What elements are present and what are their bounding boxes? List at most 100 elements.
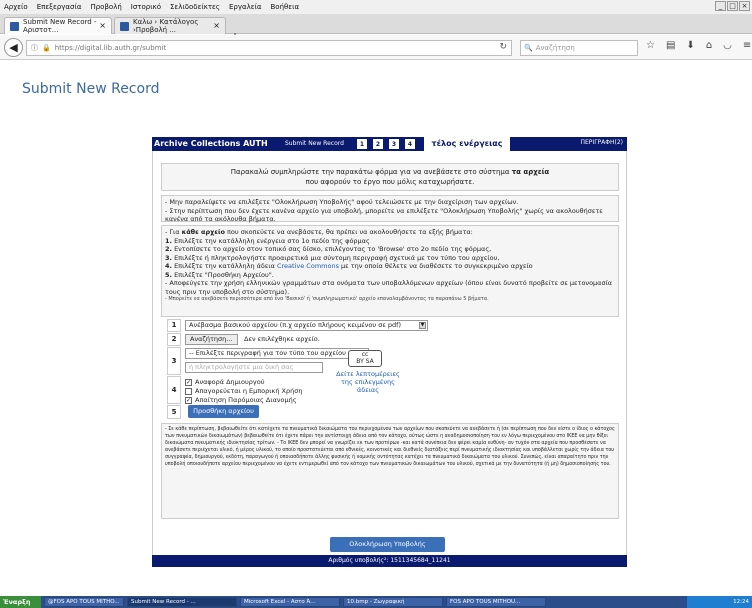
system-tray: 12:24 [687,596,752,608]
intro-line-2: που αφορούν το έργο που μόλις καταχωρήσα… [305,178,475,186]
creative-commons-logo: cc BY SA [348,350,382,367]
menu-bar: Αρχείο Επεξεργασία Προβολή Ιστορικό Σελι… [0,0,752,14]
tab-catalog[interactable]: Καλω › Κατάλογος ›Προβολή ... × [114,17,226,34]
toolbar-icons: ☆ ▤ ⬇ ⌂ ◡ ≡ [646,40,751,51]
menu-tools[interactable]: Εργαλεία [229,3,262,11]
page-title: Submit New Record [22,81,160,97]
chevron-down-icon: ▼ [419,322,426,329]
window-controls: _ □ × [715,1,750,11]
taskbar-item[interactable]: Submit New Record - ... [127,597,237,607]
search-placeholder: Αναζήτηση [535,44,575,52]
start-button[interactable]: Έναρξη [0,596,41,608]
close-icon[interactable]: × [739,1,750,11]
page-content: Submit New Record Archive Collections AU… [0,60,752,580]
intro-line-1: Παρακαλώ συμπληρώστε την παρακάτω φόρμα … [230,168,512,176]
close-tab-icon[interactable]: × [99,21,106,30]
back-icon[interactable]: ◀ [4,38,23,57]
taskbar-item[interactable]: Microsoft Excel - Αστο Ά... [240,597,340,607]
page-favicon-icon [10,21,19,31]
copyright-notice: - Σε κάθε περίπτωση, βεβαιωθείτε ότι κατ… [161,423,619,519]
menu-bookmarks[interactable]: Σελιδοδείκτες [170,3,220,11]
sharealike-checkbox[interactable]: ✓ Απαίτηση Παρόμοιας Διανομής [185,396,297,404]
checkbox-checked-icon: ✓ [185,396,192,404]
instruction-step: 4. Επιλέξτε την κατάλληλη άδεια Creative… [165,262,533,270]
url-text: https://digital.lib.auth.gr/submit [54,44,167,52]
step-1[interactable]: 1 [356,138,368,150]
close-tab-icon[interactable]: × [213,21,220,30]
attribution-checkbox[interactable]: ✓ Αναφορά Δημιουργού [185,378,264,386]
minimize-icon[interactable]: _ [715,1,726,11]
home-icon[interactable]: ⌂ [706,40,712,51]
action-select[interactable]: Ανέβασμα βασικού αρχείου (π.χ αρχείο πλή… [185,320,428,331]
steps-intro-bold: κάθε αρχείο [181,228,225,236]
description-select[interactable]: -- Επιλέξτε περιγραφή για τον τύπο του α… [185,348,369,359]
instruction-step: 5. Επιλέξτε "Προσθήκη Αρχείου". [165,270,274,279]
info-line: - Μην παραλείψετε να επιλέξετε "Ολοκλήρω… [165,198,519,206]
upload-form: 1 Ανέβασμα βασικού αρχείου (π.χ αρχείο π… [167,319,607,420]
navigation-bar: ◀ ⓘ 🔒 https://digital.lib.auth.gr/submit… [0,35,752,60]
noncommercial-checkbox[interactable]: Απαγορεύεται η Εμπορική Χρήση [185,387,302,395]
checkbox-checked-icon: ✓ [185,378,192,386]
menu-help[interactable]: Βοήθεια [271,3,300,11]
row-number-2: 2 [167,333,181,346]
steps-intro: - Για [165,228,182,236]
menu-edit[interactable]: Επεξεργασία [37,3,82,11]
pocket-icon[interactable]: ◡ [723,40,732,51]
row-number-5: 5 [167,405,181,419]
no-file-label: Δεν επιλέχθηκε αρχείο. [244,335,320,343]
info-icon[interactable]: ⓘ [31,43,38,53]
maximize-icon[interactable]: □ [727,1,738,11]
info-box-finish: - Μην παραλείψετε να επιλέξετε "Ολοκλήρω… [161,195,619,224]
lock-icon: 🔒 [42,44,51,52]
submission-panel: Παρακαλώ συμπληρώστε την παρακάτω φόρμα … [152,151,627,556]
taskbar-item[interactable]: @FOS APO TOUS MITHO... [44,597,124,607]
description-input[interactable]: ή πληκτρολογήστε μια δική σας [185,362,323,373]
menu-icon[interactable]: ≡ [743,40,751,51]
step-4[interactable]: 4 [404,138,416,150]
address-bar[interactable]: ⓘ 🔒 https://digital.lib.auth.gr/submit ↻ [26,40,512,56]
tab-label: Submit New Record - Αριστοτ... [23,18,97,34]
step-2[interactable]: 2 [372,138,384,150]
menu-history[interactable]: Ιστορικό [131,3,161,11]
submission-number-bar: Αριθμός υποβολής²: 1511345684_11241 [152,555,627,567]
tab-submit-record[interactable]: Submit New Record - Αριστοτ... × [4,17,112,34]
collection-title: Archive Collections AUTH [154,139,268,148]
row-number-4: 4 [167,376,181,404]
license-details-link[interactable]: Δείτε λεπτομέρειες της επιλεγμένης άδεια… [331,370,405,394]
tab-bar: Submit New Record - Αριστοτ... × Καλω › … [0,14,752,44]
taskbar-item[interactable]: FOS APO TOUS MITHOU... [446,597,546,607]
reload-icon[interactable]: ↻ [499,42,507,52]
row-number-3: 3 [167,347,181,375]
star-icon[interactable]: ☆ [646,40,655,51]
search-input[interactable]: 🔍 Αναζήτηση [520,40,638,56]
add-file-button[interactable]: Προσθήκη αρχείου [188,405,259,418]
instruction-step: 1. Επιλέξτε την κατάλληλη ενέργεια στο 1… [165,236,370,245]
header-subtitle: Submit New Record [285,140,344,147]
instruction-step: 2. Εντοπίσετε το αρχείο στον τοπικό σας … [165,245,492,253]
description-tab[interactable]: ΠΕΡΙΓΡΑΦΗ(2) [581,139,624,146]
complete-submission-button[interactable]: Ολοκλήρωση Υποβολής [330,537,445,552]
download-icon[interactable]: ⬇ [686,40,694,51]
browse-button[interactable]: Αναζήτηση... [185,334,238,345]
submission-header: Archive Collections AUTH Submit New Reco… [152,137,627,151]
intro-box: Παρακαλώ συμπληρώστε την παρακάτω φόρμα … [161,163,619,191]
menu-view[interactable]: Προβολή [90,3,121,11]
step-3[interactable]: 3 [388,138,400,150]
taskbar-item[interactable]: 10.bmp - Ζωγραφική [343,597,443,607]
end-of-action-tab[interactable]: τέλος ενέργειας [424,137,510,151]
search-icon: 🔍 [524,44,533,52]
taskbar: Έναρξη @FOS APO TOUS MITHO... Submit New… [0,596,752,608]
intro-bold: τα αρχεία [511,168,550,176]
checkbox-empty-icon [185,387,192,395]
info-line: - Στην περίπτωση που δεν έχετε κανένα αρ… [165,206,603,224]
instruction-step: 3. Επιλέξτε ή πληκτρολογήστε προαιρετικά… [165,253,500,262]
row-number-1: 1 [167,319,181,332]
clipboard-icon[interactable]: ▤ [666,40,675,51]
tab-label: Καλω › Κατάλογος ›Προβολή ... [133,18,199,34]
clock: 12:24 [733,599,749,605]
page-favicon-icon [120,21,129,31]
avoid-greek-note: - Αποφεύγετε την χρήση ελληνικών γραμμάτ… [165,279,613,296]
menu-file[interactable]: Αρχείο [4,3,28,11]
info-box-steps: - Για κάθε αρχείο που σκοπεύετε να ανεβά… [161,225,619,317]
creative-commons-link[interactable]: Creative Commons [277,262,339,270]
